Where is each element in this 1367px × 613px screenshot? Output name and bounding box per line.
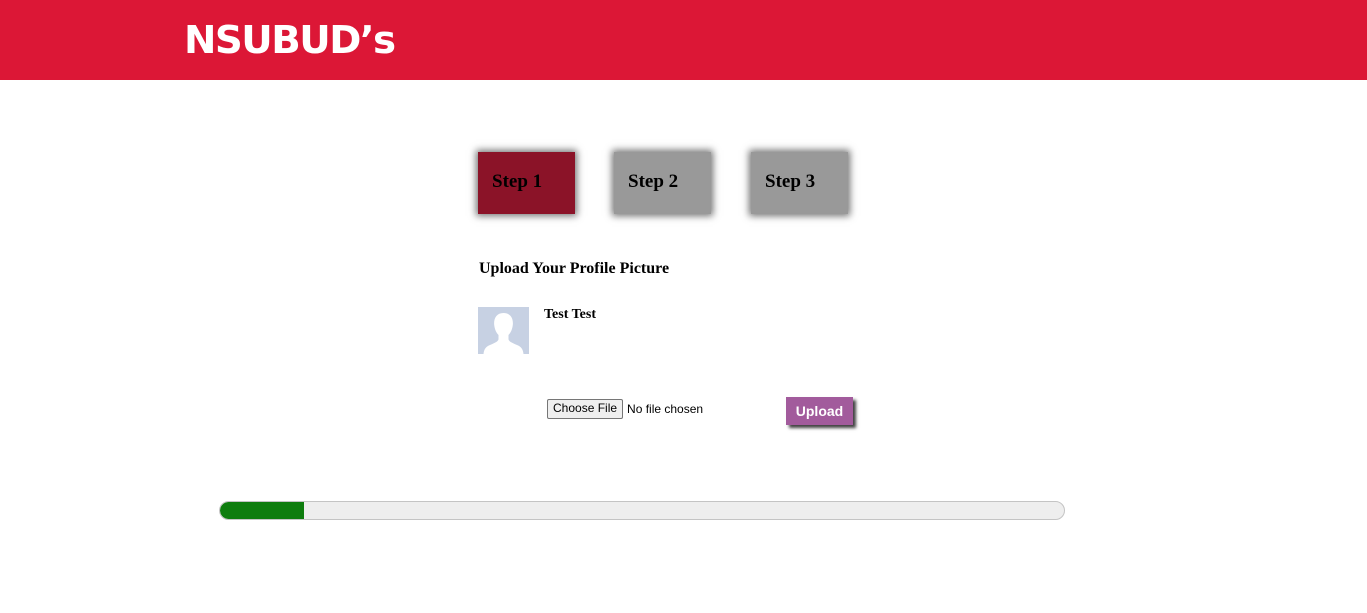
upload-button[interactable]: Upload: [786, 397, 853, 425]
progress-bar: [219, 501, 1065, 520]
upload-section-title: Upload Your Profile Picture: [479, 260, 670, 277]
choose-file-button[interactable]: Choose File: [547, 399, 624, 419]
file-input[interactable]: Choose File No file chosen: [547, 399, 703, 419]
step-1-tab[interactable]: Step 1: [478, 152, 575, 214]
step-2-tab[interactable]: Step 2: [614, 152, 711, 214]
avatar-placeholder-icon: [478, 307, 529, 354]
step-3-tab[interactable]: Step 3: [751, 152, 848, 214]
header-bar: NSUBUD’s: [0, 0, 1367, 80]
progress-bar-fill: [220, 502, 305, 519]
site-logo[interactable]: NSUBUD’s: [184, 17, 396, 63]
user-name: Test Test: [544, 307, 597, 322]
file-status-text: No file chosen: [627, 402, 704, 416]
